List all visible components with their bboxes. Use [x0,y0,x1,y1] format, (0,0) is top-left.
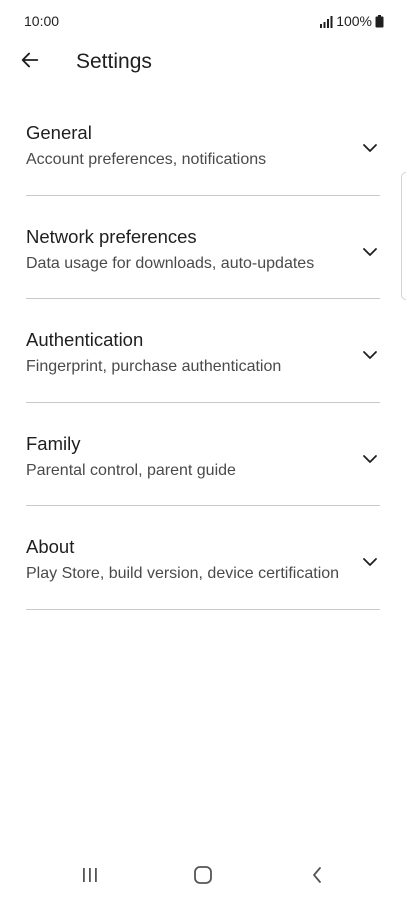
arrow-back-icon [19,49,41,76]
battery-icon [375,14,384,28]
scroll-indicator[interactable] [401,172,406,300]
back-icon [311,866,323,889]
settings-item-general[interactable]: General Account preferences, notificatio… [0,92,406,196]
item-subtitle: Data usage for downloads, auto-updates [26,254,315,272]
status-indicators: 100% [319,13,384,29]
item-subtitle: Fingerprint, purchase authentication [26,358,282,375]
settings-screen: 10:00 100% Settings General Account pref… [0,0,406,902]
item-subtitle: Account preferences, notifications [26,151,267,168]
item-subtitle: Play Store, build version, device certif… [26,565,340,582]
item-subtitle: Parental control, parent guide [26,461,236,479]
nav-back-button[interactable] [297,862,337,892]
chevron-down-icon[interactable] [358,240,382,264]
home-icon [193,865,213,890]
status-time: 10:00 [24,13,60,29]
status-bar: 10:00 100% [0,0,406,34]
item-title: Authentication [26,329,144,350]
signal-icon [319,15,333,28]
recent-apps-button[interactable] [70,862,110,892]
chevron-down-icon[interactable] [358,343,382,367]
chevron-down-icon[interactable] [358,136,382,160]
page-title: Settings [76,50,152,73]
chevron-down-icon[interactable] [358,550,382,574]
settings-item-family[interactable]: Family Parental control, parent guide [0,403,406,506]
settings-item-authentication[interactable]: Authentication Fingerprint, purchase aut… [0,299,406,403]
item-title: Network preferences [26,225,197,247]
back-button[interactable] [10,42,50,82]
battery-percent: 100% [336,13,372,29]
settings-item-network-preferences[interactable]: Network preferences Data usage for downl… [0,196,406,299]
recent-apps-icon [81,867,99,888]
chevron-down-icon[interactable] [358,447,382,471]
app-bar: Settings [0,34,406,92]
system-nav-bar [0,852,406,902]
settings-list: General Account preferences, notificatio… [0,92,406,610]
item-title: Family [26,432,81,454]
item-title: General [26,122,92,143]
item-title: About [26,536,75,557]
divider [26,608,380,610]
settings-item-about[interactable]: About Play Store, build version, device … [0,506,406,610]
home-button[interactable] [183,862,223,892]
